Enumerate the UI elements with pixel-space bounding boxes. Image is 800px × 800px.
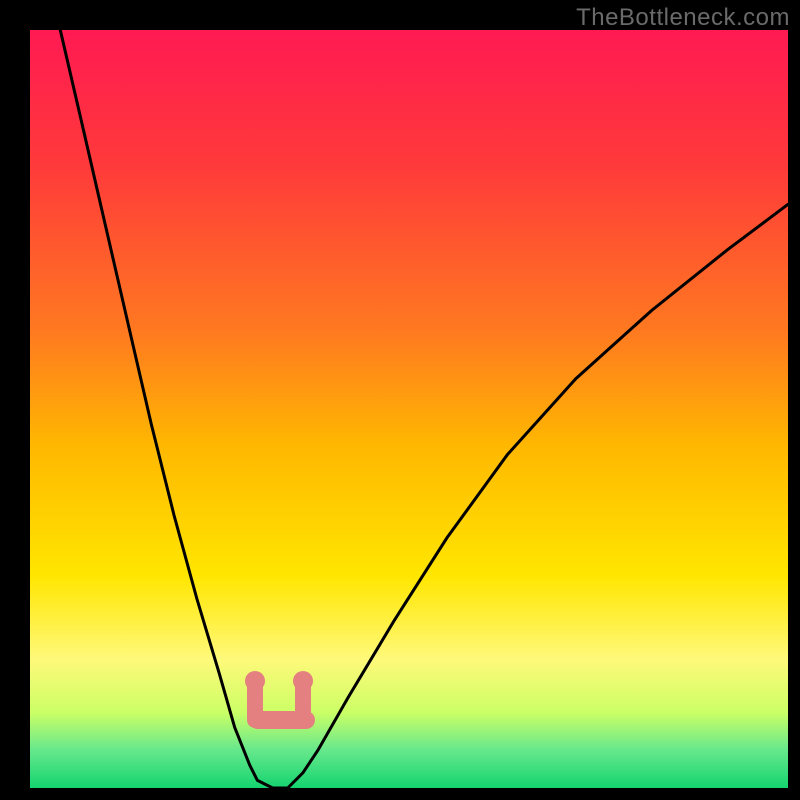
chart-frame: { "watermark": "TheBottleneck.com", "cha…: [0, 0, 800, 800]
bottleneck-chart: [0, 0, 800, 800]
plot-background: [30, 30, 788, 788]
watermark-text: TheBottleneck.com: [576, 4, 790, 32]
